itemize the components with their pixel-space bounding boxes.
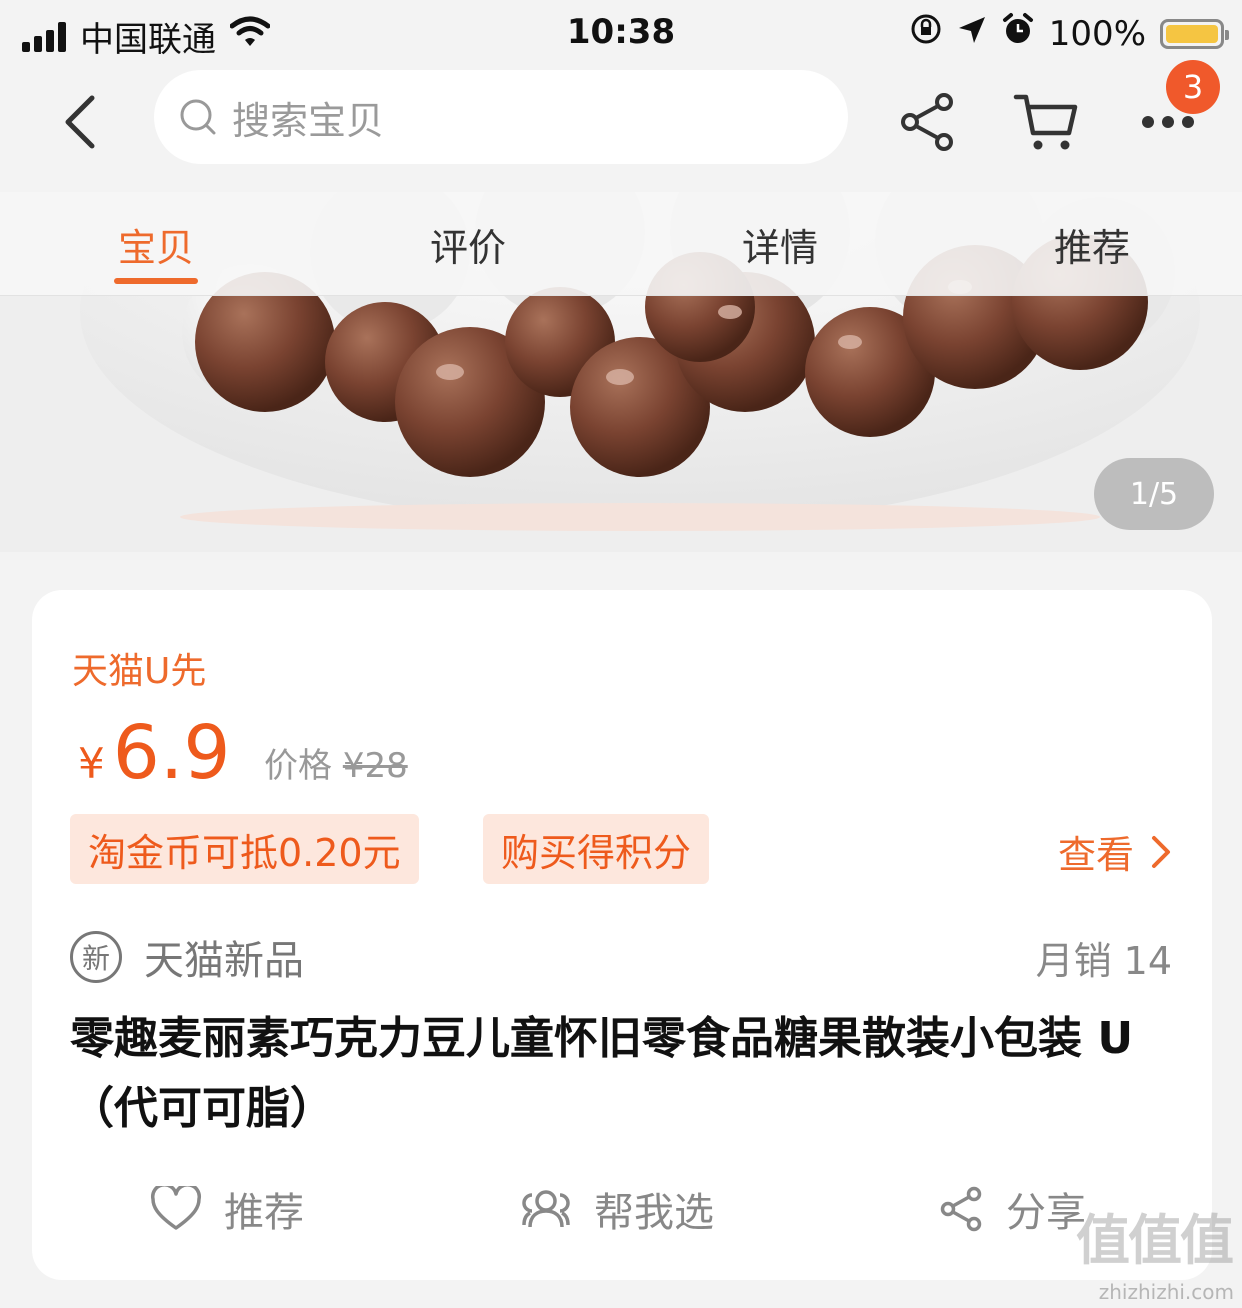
more-icon [1142, 116, 1194, 128]
original-price-label: 价格 [264, 746, 332, 786]
back-button[interactable] [50, 92, 110, 152]
battery-percent: 100% [1048, 13, 1146, 54]
help-me-choose-label: 帮我选 [594, 1190, 714, 1236]
new-product-row: 新 天猫新品 [70, 928, 304, 986]
price-value: 6.9 [112, 710, 231, 796]
points-tag[interactable]: 购买得积分 [483, 814, 710, 884]
tab-reviews[interactable]: 评价 [388, 192, 548, 296]
active-tab-indicator [114, 278, 198, 284]
original-price: 价格 ¥28 [264, 738, 408, 787]
heart-icon [150, 1186, 202, 1230]
location-icon [957, 14, 987, 54]
view-label: 查看 [1057, 833, 1134, 877]
share-action-button[interactable]: 分享 [938, 1180, 1086, 1238]
view-link[interactable]: 查看 [1058, 824, 1172, 879]
tab-recommend[interactable]: 推荐 [1012, 192, 1172, 296]
price-symbol: ¥ [78, 739, 105, 788]
coin-discount-tag[interactable]: 淘金币可抵0.20元 [70, 814, 419, 884]
rotation-lock-icon [909, 12, 943, 55]
chevron-left-icon [65, 95, 95, 149]
share-label: 分享 [1006, 1190, 1086, 1236]
chevron-right-icon [1152, 835, 1170, 868]
price: ¥ 6.9 [78, 710, 230, 796]
search-placeholder: 搜索宝贝 [232, 98, 385, 143]
tab-details[interactable]: 详情 [700, 192, 860, 296]
brand-label: 天猫U先 [72, 651, 207, 692]
battery-icon [1160, 18, 1229, 49]
share-icon [940, 1186, 982, 1232]
alarm-icon [1001, 12, 1035, 55]
people-icon [522, 1190, 570, 1228]
help-me-choose-button[interactable]: 帮我选 [518, 1180, 714, 1238]
watermark-logo: 值值值 [1076, 1209, 1234, 1272]
watermark-url: zhizhizhi.com [1098, 1280, 1234, 1304]
monthly-sales: 月销 14 [1035, 939, 1172, 983]
image-pager: 1/5 [1094, 458, 1214, 530]
original-price-value: ¥28 [342, 746, 408, 786]
product-title: 零趣麦丽素巧克力豆儿童怀旧零食品糖果散装小包装 U（代可可脂） [70, 1013, 1134, 1134]
status-bar: 中国联通 10:38 100% [0, 0, 1242, 64]
search-icon [180, 99, 216, 135]
new-badge: 新 [70, 931, 122, 983]
recommend-label: 推荐 [224, 1190, 304, 1236]
cart-badge: 3 [1166, 60, 1220, 114]
product-info-card: 天猫U先 ¥ 6.9 价格 ¥28 淘金币可抵0.20元 购买得积分 查看 新 … [32, 590, 1212, 1280]
share-icon [901, 93, 953, 151]
nav-bar: 搜索宝贝 3 [0, 60, 1242, 192]
cart-button[interactable] [1012, 88, 1080, 156]
recommend-button[interactable]: 推荐 [150, 1180, 304, 1238]
action-bar: 推荐 帮我选 分享 [32, 1180, 1212, 1240]
cart-icon [1013, 94, 1078, 150]
status-right: 100% [909, 12, 1229, 55]
new-product-label: 天猫新品 [144, 938, 304, 984]
share-button[interactable] [893, 88, 961, 156]
search-bar[interactable]: 搜索宝贝 [154, 70, 848, 164]
